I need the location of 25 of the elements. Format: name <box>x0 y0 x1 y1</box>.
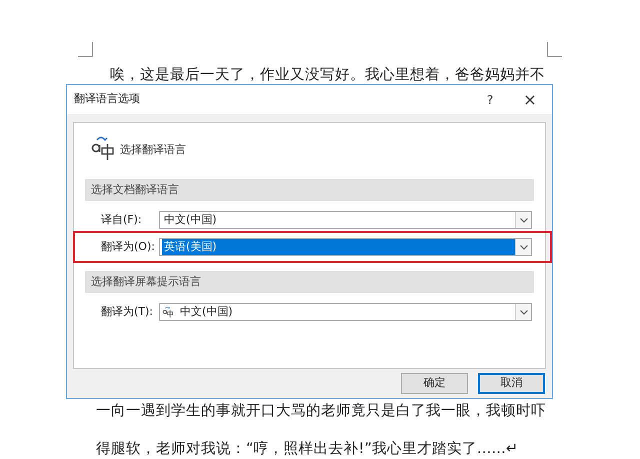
dropdown-value: 中文(中国) <box>179 304 234 320</box>
section-heading: 选择文档翻译语言 <box>85 179 534 201</box>
translate-icon <box>162 306 174 318</box>
caret-icon <box>520 218 528 222</box>
field-label: 译自(F): <box>100 212 143 228</box>
language-dropdown[interactable]: 中文(中国) <box>159 303 532 321</box>
close-button[interactable]: × <box>522 88 538 112</box>
caret-icon <box>520 244 528 250</box>
section-heading: 选择翻译屏幕提示语言 <box>85 271 534 293</box>
document-paragraph: 得腿软，老师对我说：“哼，照样出去补!”我心里才踏实了……↵ <box>95 440 519 458</box>
margin-mark <box>78 42 93 57</box>
document-paragraph: 唉，这是最后一天了，作业又没写好。我心里想着，爸爸妈妈并不 <box>109 66 546 85</box>
document-paragraph: 一向一遇到学生的事就开口大骂的老师竟只是白了我一眼，我顿时吓 <box>95 402 547 421</box>
window-title: 翻译语言选项 <box>74 91 141 108</box>
caret-icon <box>520 310 528 314</box>
field-label: 翻译为(O): <box>100 238 156 255</box>
dialog-button[interactable]: 确定 <box>401 373 468 394</box>
dialog-button[interactable]: 取消 <box>478 373 545 394</box>
field-label: 翻译为(T): <box>100 304 154 320</box>
dropdown-value: 中文(中国) <box>163 212 218 228</box>
language-dropdown[interactable]: 中文(中国) <box>159 211 532 229</box>
margin-mark <box>547 42 562 57</box>
help-button[interactable]: ? <box>480 90 500 108</box>
panel-header: 选择翻译语言 <box>120 142 186 158</box>
translate-icon <box>90 135 116 161</box>
